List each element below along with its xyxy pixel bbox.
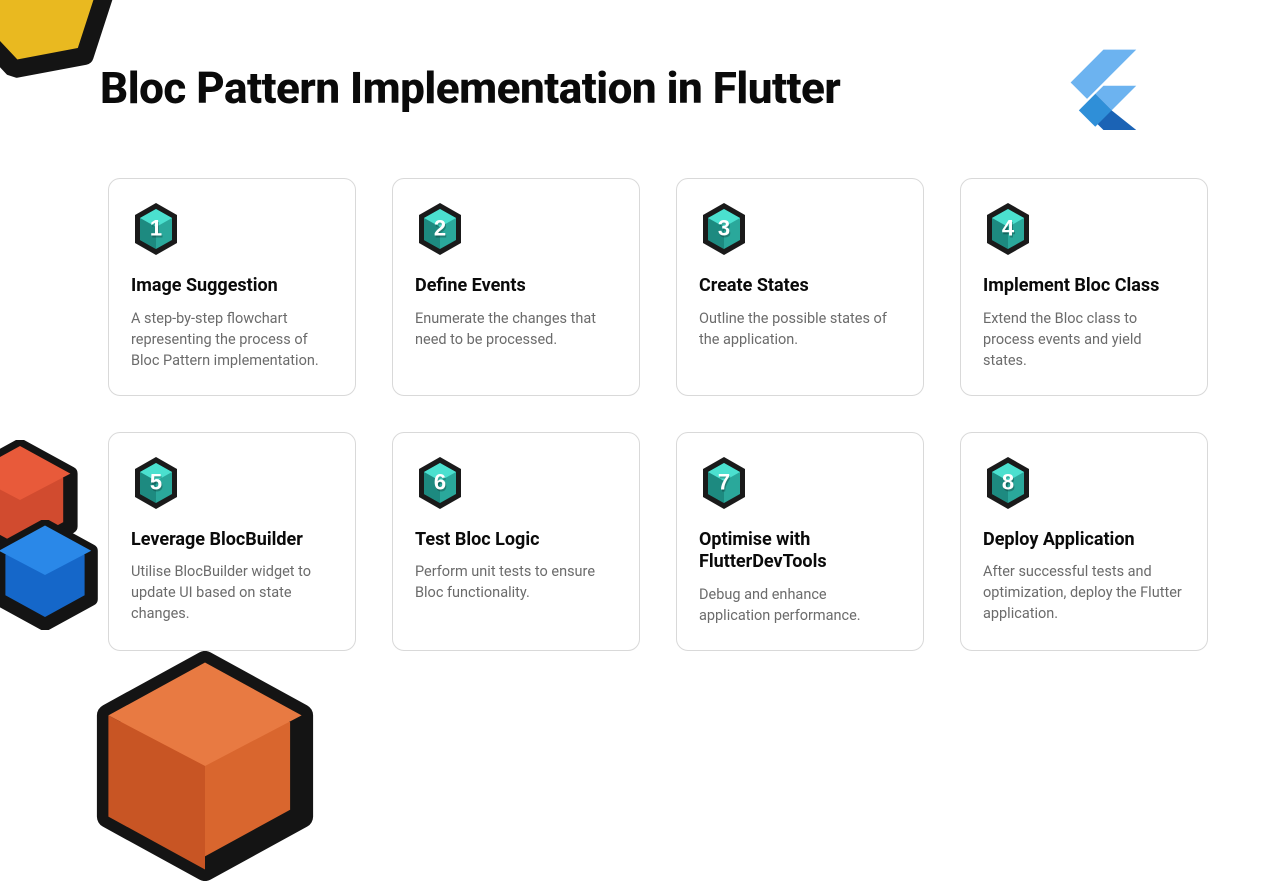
step-card: 4 Implement Bloc Class Extend the Bloc c… xyxy=(960,178,1208,396)
step-number: 7 xyxy=(718,469,730,495)
step-number: 1 xyxy=(150,215,162,241)
decorative-cube-icon xyxy=(0,520,100,630)
step-title: Deploy Application xyxy=(983,529,1185,552)
step-description: Debug and enhance application performanc… xyxy=(699,584,901,626)
decorative-cube-icon xyxy=(90,651,320,881)
step-number: 2 xyxy=(434,215,446,241)
step-title: Test Bloc Logic xyxy=(415,529,617,552)
hexagon-badge-icon: 3 xyxy=(699,201,749,257)
step-card: 6 Test Bloc Logic Perform unit tests to … xyxy=(392,432,640,651)
step-description: Utilise BlocBuilder widget to update UI … xyxy=(131,561,333,624)
step-description: After successful tests and optimization,… xyxy=(983,561,1185,624)
hexagon-badge-icon: 5 xyxy=(131,455,181,511)
step-card: 7 Optimise with FlutterDevTools Debug an… xyxy=(676,432,924,651)
step-title: Optimise with FlutterDevTools xyxy=(699,529,901,574)
step-number: 5 xyxy=(150,469,162,495)
hexagon-badge-icon: 6 xyxy=(415,455,465,511)
step-number: 3 xyxy=(718,215,730,241)
step-number: 8 xyxy=(1002,469,1014,495)
step-title: Define Events xyxy=(415,275,617,298)
hexagon-badge-icon: 4 xyxy=(983,201,1033,257)
hexagon-badge-icon: 7 xyxy=(699,455,749,511)
step-title: Leverage BlocBuilder xyxy=(131,529,333,552)
step-description: Extend the Bloc class to process events … xyxy=(983,308,1185,371)
step-number: 6 xyxy=(434,469,446,495)
step-card: 2 Define Events Enumerate the changes th… xyxy=(392,178,640,396)
step-card: 1 Image Suggestion A step-by-step flowch… xyxy=(108,178,356,396)
hexagon-badge-icon: 8 xyxy=(983,455,1033,511)
step-description: Perform unit tests to ensure Bloc functi… xyxy=(415,561,617,603)
flutter-logo-icon xyxy=(1069,48,1151,130)
step-description: Outline the possible states of the appli… xyxy=(699,308,901,350)
step-description: Enumerate the changes that need to be pr… xyxy=(415,308,617,350)
step-title: Image Suggestion xyxy=(131,275,333,298)
step-card: 8 Deploy Application After successful te… xyxy=(960,432,1208,651)
step-number: 4 xyxy=(1002,215,1014,241)
step-title: Create States xyxy=(699,275,901,298)
page-title: Bloc Pattern Implementation in Flutter xyxy=(100,62,840,114)
step-description: A step-by-step flowchart representing th… xyxy=(131,308,333,371)
hexagon-badge-icon: 1 xyxy=(131,201,181,257)
step-card: 3 Create States Outline the possible sta… xyxy=(676,178,924,396)
step-title: Implement Bloc Class xyxy=(983,275,1185,298)
step-card: 5 Leverage BlocBuilder Utilise BlocBuild… xyxy=(108,432,356,651)
cards-grid: 1 Image Suggestion A step-by-step flowch… xyxy=(108,178,1206,651)
hexagon-badge-icon: 2 xyxy=(415,201,465,257)
